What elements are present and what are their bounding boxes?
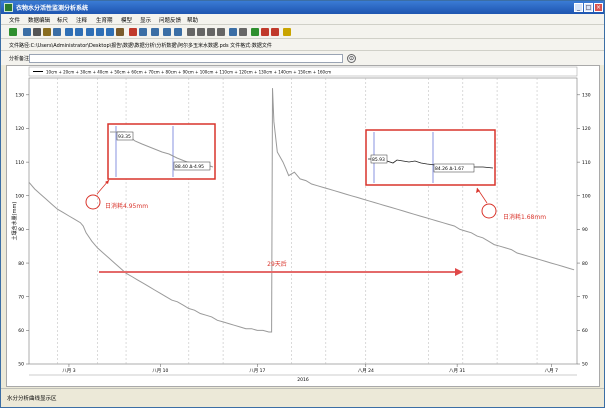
menu-notes[interactable]: 注释: [76, 16, 87, 24]
x-tick-label: 八月 24: [358, 368, 374, 374]
zoom-fit-icon[interactable]: [106, 28, 114, 36]
y-tick-label: 90: [18, 227, 24, 233]
title-bar: 衣物水分活性监测分析系统 _ □ ×: [1, 1, 604, 14]
menu-help[interactable]: 帮助: [187, 16, 198, 24]
menu-model[interactable]: 模型: [121, 16, 132, 24]
line-chart-icon[interactable]: [197, 28, 205, 36]
y-tick-label-right: 50: [582, 362, 588, 368]
chart-blue-icon[interactable]: [139, 28, 147, 36]
menu-view[interactable]: 显示: [140, 16, 151, 24]
x-tick-label: 八月 3: [62, 368, 75, 374]
y-tick-label-right: 100: [582, 193, 591, 199]
close-button[interactable]: ×: [594, 3, 603, 12]
y-tick-label: 110: [15, 160, 24, 166]
duration-label: 29天后: [267, 260, 287, 268]
save-icon[interactable]: [23, 28, 31, 36]
menu-ruler[interactable]: 标尺: [57, 16, 68, 24]
y-axis-label: 土壤含水量(mm): [11, 202, 18, 241]
y-tick-label-right: 110: [582, 160, 591, 166]
y-tick-label: 100: [15, 193, 24, 199]
zoom-y-icon[interactable]: [96, 28, 104, 36]
y-tick-label-right: 70: [582, 294, 588, 300]
file-info-bar: 文件路径:C:\Users\Administrator\Desktop\报告\数…: [1, 39, 604, 51]
minimize-button[interactable]: _: [574, 3, 583, 12]
timeline-icon[interactable]: [217, 28, 225, 36]
menu-growth[interactable]: 生育期: [96, 16, 113, 24]
zoom-x-icon[interactable]: [86, 28, 94, 36]
save2-icon[interactable]: [163, 28, 171, 36]
zoom1-end-value: 88.40 Δ-4.95: [175, 164, 204, 170]
moisture-chart[interactable]: 10cm + 20cm + 30cm + 40cm + 50cm + 60cm …: [7, 66, 599, 386]
settings-icon[interactable]: [239, 28, 247, 36]
zoom2-start-value: 85.93: [372, 157, 385, 163]
y-tick-label-right: 120: [582, 126, 591, 132]
note-label: 分析备注:: [9, 56, 31, 62]
zoom2-end-value: 84.26 Δ-1.67: [435, 166, 464, 172]
status-text: 水分分析曲线显示区: [7, 396, 57, 402]
y-tick-label: 70: [18, 294, 24, 300]
zoom-out-icon[interactable]: [75, 28, 83, 36]
maximize-button[interactable]: □: [584, 3, 593, 12]
print-icon[interactable]: [33, 28, 41, 36]
toolbar: [1, 25, 604, 39]
export-icon[interactable]: [174, 28, 182, 36]
note-go-button[interactable]: ⊙: [347, 54, 356, 63]
x-axis-label: 2016: [297, 377, 309, 383]
filter-icon[interactable]: [53, 28, 61, 36]
open-icon[interactable]: [9, 28, 17, 36]
legend-text: 10cm + 20cm + 30cm + 40cm + 50cm + 60cm …: [46, 70, 331, 75]
y-tick-label-right: 80: [582, 261, 588, 267]
x-tick-label: 八月 10: [152, 368, 168, 374]
menu-feedback[interactable]: 问题反馈: [159, 16, 181, 24]
x-tick-label: 八月 7: [545, 368, 558, 374]
arrow-right-icon[interactable]: [261, 28, 269, 36]
file-path-text: 文件路径:C:\Users\Administrator\Desktop\报告\数…: [9, 43, 272, 49]
clock-icon[interactable]: [229, 28, 237, 36]
app-window: 衣物水分活性监测分析系统 _ □ × 文件 数据编辑 标尺 注释 生育期 模型 …: [0, 0, 605, 408]
zoom1-start-value: 93.35: [118, 134, 131, 140]
chart-red-icon[interactable]: [129, 28, 137, 36]
zoom-in-icon[interactable]: [65, 28, 73, 36]
copy-icon[interactable]: [43, 28, 51, 36]
window-title: 衣物水分活性监测分析系统: [16, 5, 89, 12]
status-bar: 水分分析曲线显示区: [1, 388, 604, 407]
area-chart-icon[interactable]: [207, 28, 215, 36]
flag-icon[interactable]: [271, 28, 279, 36]
menu-file[interactable]: 文件: [9, 16, 20, 24]
y-tick-label-right: 130: [582, 93, 591, 99]
y-tick-label: 60: [18, 328, 24, 334]
note-input[interactable]: [29, 54, 343, 63]
arrow-left-icon[interactable]: [251, 28, 259, 36]
y-tick-label-right: 90: [582, 227, 588, 233]
consumption-label-1: 日消耗4.95mm: [105, 202, 148, 210]
x-tick-label: 八月 17: [249, 368, 265, 374]
y-tick-label: 50: [18, 362, 24, 368]
y-tick-label-right: 60: [582, 328, 588, 334]
y-tick-label: 120: [15, 126, 24, 132]
menu-edit[interactable]: 数据编辑: [28, 16, 50, 24]
y-tick-label: 130: [15, 93, 24, 99]
plot-area: [28, 77, 578, 365]
binoculars-icon[interactable]: [116, 28, 124, 36]
note-bar: 分析备注: ⊙: [1, 51, 604, 65]
table-icon[interactable]: [151, 28, 159, 36]
app-icon: [4, 3, 13, 12]
y-tick-label: 80: [18, 261, 24, 267]
grid-icon[interactable]: [187, 28, 195, 36]
consumption-label-2: 日消耗1.68mm: [503, 213, 546, 221]
lightbulb-icon[interactable]: [283, 28, 291, 36]
chart-panel: 10cm + 20cm + 30cm + 40cm + 50cm + 60cm …: [6, 65, 600, 387]
menu-bar: 文件 数据编辑 标尺 注释 生育期 模型 显示 问题反馈 帮助: [1, 14, 604, 25]
x-tick-label: 八月 31: [449, 368, 465, 374]
